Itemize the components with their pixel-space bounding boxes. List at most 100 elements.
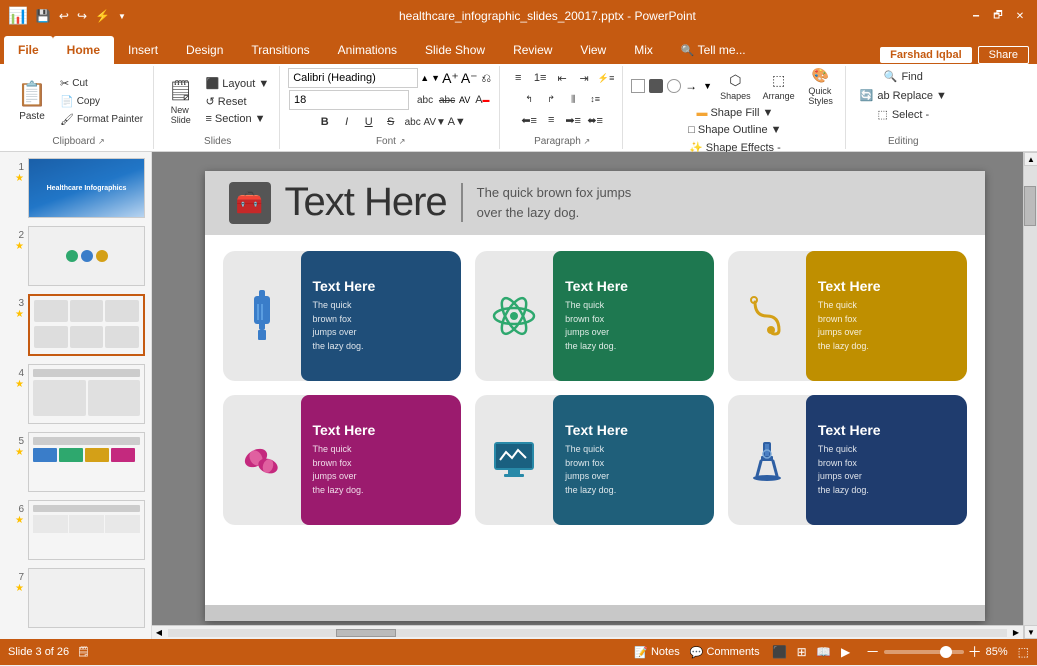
arrange-button[interactable]: ⬚ Arrange: [759, 68, 799, 104]
notes-accessibility-icon[interactable]: 🗒: [77, 647, 90, 658]
slide-thumb-wrap-5[interactable]: [28, 432, 145, 492]
reading-view-button[interactable]: 📖: [814, 642, 834, 662]
font-size-down[interactable]: ▼: [431, 73, 440, 83]
shape-dark-rect[interactable]: [649, 79, 663, 93]
new-slide-button[interactable]: 🗒 NewSlide: [162, 74, 199, 128]
tab-tell-me[interactable]: 🔍 Tell me...: [667, 36, 760, 64]
h-scroll-thumb[interactable]: [336, 629, 396, 637]
slide-thumb-wrap-4[interactable]: [28, 364, 145, 424]
zoom-slider[interactable]: [884, 650, 964, 654]
decrease-font-button[interactable]: A⁻: [461, 70, 478, 87]
shape-fill-button[interactable]: ▬ Shape Fill ▼: [692, 105, 777, 121]
shapes-more-button[interactable]: ▼: [703, 81, 712, 91]
bullets-button[interactable]: ≡: [508, 68, 528, 88]
line-spacing-button[interactable]: ↕≡: [585, 89, 605, 109]
italic-button[interactable]: I: [337, 112, 357, 132]
shadow-button[interactable]: abc: [415, 90, 435, 110]
strike-button[interactable]: abc: [437, 90, 457, 110]
slide-thumb-6[interactable]: 6 ★: [4, 498, 147, 562]
tab-view[interactable]: View: [566, 36, 620, 64]
shape-arrow[interactable]: →: [685, 79, 699, 93]
shape-circle[interactable]: [667, 79, 681, 93]
text-shadow-button[interactable]: abc: [403, 112, 423, 132]
slide-panel-scroll-down[interactable]: ▼: [4, 634, 147, 639]
tab-home[interactable]: Home: [53, 36, 114, 64]
fit-slide-button[interactable]: ⬚: [1018, 645, 1029, 659]
font-size-input[interactable]: [289, 90, 409, 110]
col-button[interactable]: ⫼: [563, 89, 583, 109]
scroll-right-button[interactable]: ▶: [1009, 626, 1023, 640]
slide-thumb-wrap-2[interactable]: [28, 226, 145, 286]
slide-thumb-4[interactable]: 4 ★: [4, 362, 147, 426]
increase-indent-button[interactable]: ⇥: [574, 68, 594, 88]
format-painter-button[interactable]: 🖌Format Painter: [56, 111, 147, 128]
tab-review[interactable]: Review: [499, 36, 566, 64]
copy-button[interactable]: 📄Copy: [56, 93, 147, 110]
scroll-up-button[interactable]: ▲: [1024, 152, 1037, 166]
cut-button[interactable]: ✂Cut: [56, 75, 147, 92]
font-name-input[interactable]: [288, 68, 418, 88]
save-icon[interactable]: 💾: [34, 7, 53, 25]
font-color2-button[interactable]: A▼: [447, 112, 467, 132]
slide-thumb-wrap-1[interactable]: Healthcare Infographics: [28, 158, 145, 218]
tab-file[interactable]: File: [4, 36, 53, 64]
shape-rect[interactable]: [631, 79, 645, 93]
shapes-button[interactable]: ⬡ Shapes: [716, 68, 755, 104]
select-button[interactable]: ⬚Select -: [871, 106, 935, 123]
slide-thumb-wrap-3[interactable]: [28, 294, 145, 356]
find-button[interactable]: 🔍Find: [878, 68, 929, 85]
slide-thumb-3[interactable]: 3 ★: [4, 292, 147, 358]
underline-button[interactable]: U: [359, 112, 379, 132]
tab-mix[interactable]: Mix: [620, 36, 667, 64]
numbering-button[interactable]: 1≡: [530, 68, 550, 88]
clear-format-button[interactable]: ⎌: [480, 69, 494, 88]
notes-button[interactable]: 📝 Notes: [634, 646, 679, 659]
tab-slideshow[interactable]: Slide Show: [411, 36, 499, 64]
smart-art-button[interactable]: ⚡≡: [596, 68, 616, 88]
vertical-scrollbar[interactable]: ▲ ▼: [1023, 152, 1037, 639]
char-spacing-button[interactable]: AV▼: [425, 112, 445, 132]
align-left-button[interactable]: ⬅≡: [519, 110, 539, 130]
font-color-button[interactable]: A▬: [472, 90, 492, 110]
zoom-in-button[interactable]: ＋: [968, 642, 982, 662]
replace-button[interactable]: 🔄ab Replace ▼: [854, 87, 953, 104]
zoom-slider-thumb[interactable]: [940, 646, 952, 658]
slide-thumb-2[interactable]: 2 ★: [4, 224, 147, 288]
zoom-out-button[interactable]: －: [866, 642, 880, 662]
quick-icon[interactable]: ⚡: [93, 7, 112, 25]
slide-thumb-7[interactable]: 7 ★: [4, 566, 147, 630]
share-button[interactable]: Share: [978, 46, 1029, 64]
tab-transitions[interactable]: Transitions: [237, 36, 323, 64]
decrease-indent-button[interactable]: ⇤: [552, 68, 572, 88]
tab-design[interactable]: Design: [172, 36, 237, 64]
undo-icon[interactable]: ↩: [57, 7, 71, 25]
slide-thumb-5[interactable]: 5 ★: [4, 430, 147, 494]
redo-icon[interactable]: ↪: [75, 7, 89, 25]
close-button[interactable]: ✕: [1011, 7, 1029, 25]
tab-insert[interactable]: Insert: [114, 36, 172, 64]
ltr-button[interactable]: ↱: [541, 89, 561, 109]
shape-outline-button[interactable]: □ Shape Outline ▼: [684, 122, 785, 138]
comments-button[interactable]: 💬 Comments: [690, 646, 760, 659]
quick-styles-button[interactable]: 🎨 QuickStyles: [803, 68, 839, 104]
scroll-left-button[interactable]: ◀: [152, 626, 166, 640]
minimize-button[interactable]: 🗕: [967, 7, 985, 25]
increase-font-button[interactable]: A⁺: [442, 70, 459, 87]
horizontal-scrollbar[interactable]: ◀ ▶: [152, 625, 1023, 639]
layout-button[interactable]: ⬛ Layout ▼: [202, 75, 274, 92]
align-right-button[interactable]: ➡≡: [563, 110, 583, 130]
justify-button[interactable]: ⬌≡: [585, 110, 605, 130]
bold-button[interactable]: B: [315, 112, 335, 132]
scroll-down-button[interactable]: ▼: [1024, 625, 1037, 639]
section-button[interactable]: ≡ Section ▼: [202, 111, 274, 127]
scroll-thumb[interactable]: [1024, 186, 1036, 226]
rtl-button[interactable]: ↰: [519, 89, 539, 109]
slide-thumb-1[interactable]: 1 ★ Healthcare Infographics: [4, 156, 147, 220]
dropdown-icon[interactable]: ▼: [116, 10, 128, 23]
tab-animations[interactable]: Animations: [324, 36, 411, 64]
reset-button[interactable]: ↺ Reset: [202, 93, 274, 110]
font-size-up[interactable]: ▲: [420, 73, 429, 83]
user-profile[interactable]: Farshad Iqbal: [880, 47, 972, 63]
align-center-button[interactable]: ≡: [541, 110, 561, 130]
slide-thumb-wrap-6[interactable]: [28, 500, 145, 560]
